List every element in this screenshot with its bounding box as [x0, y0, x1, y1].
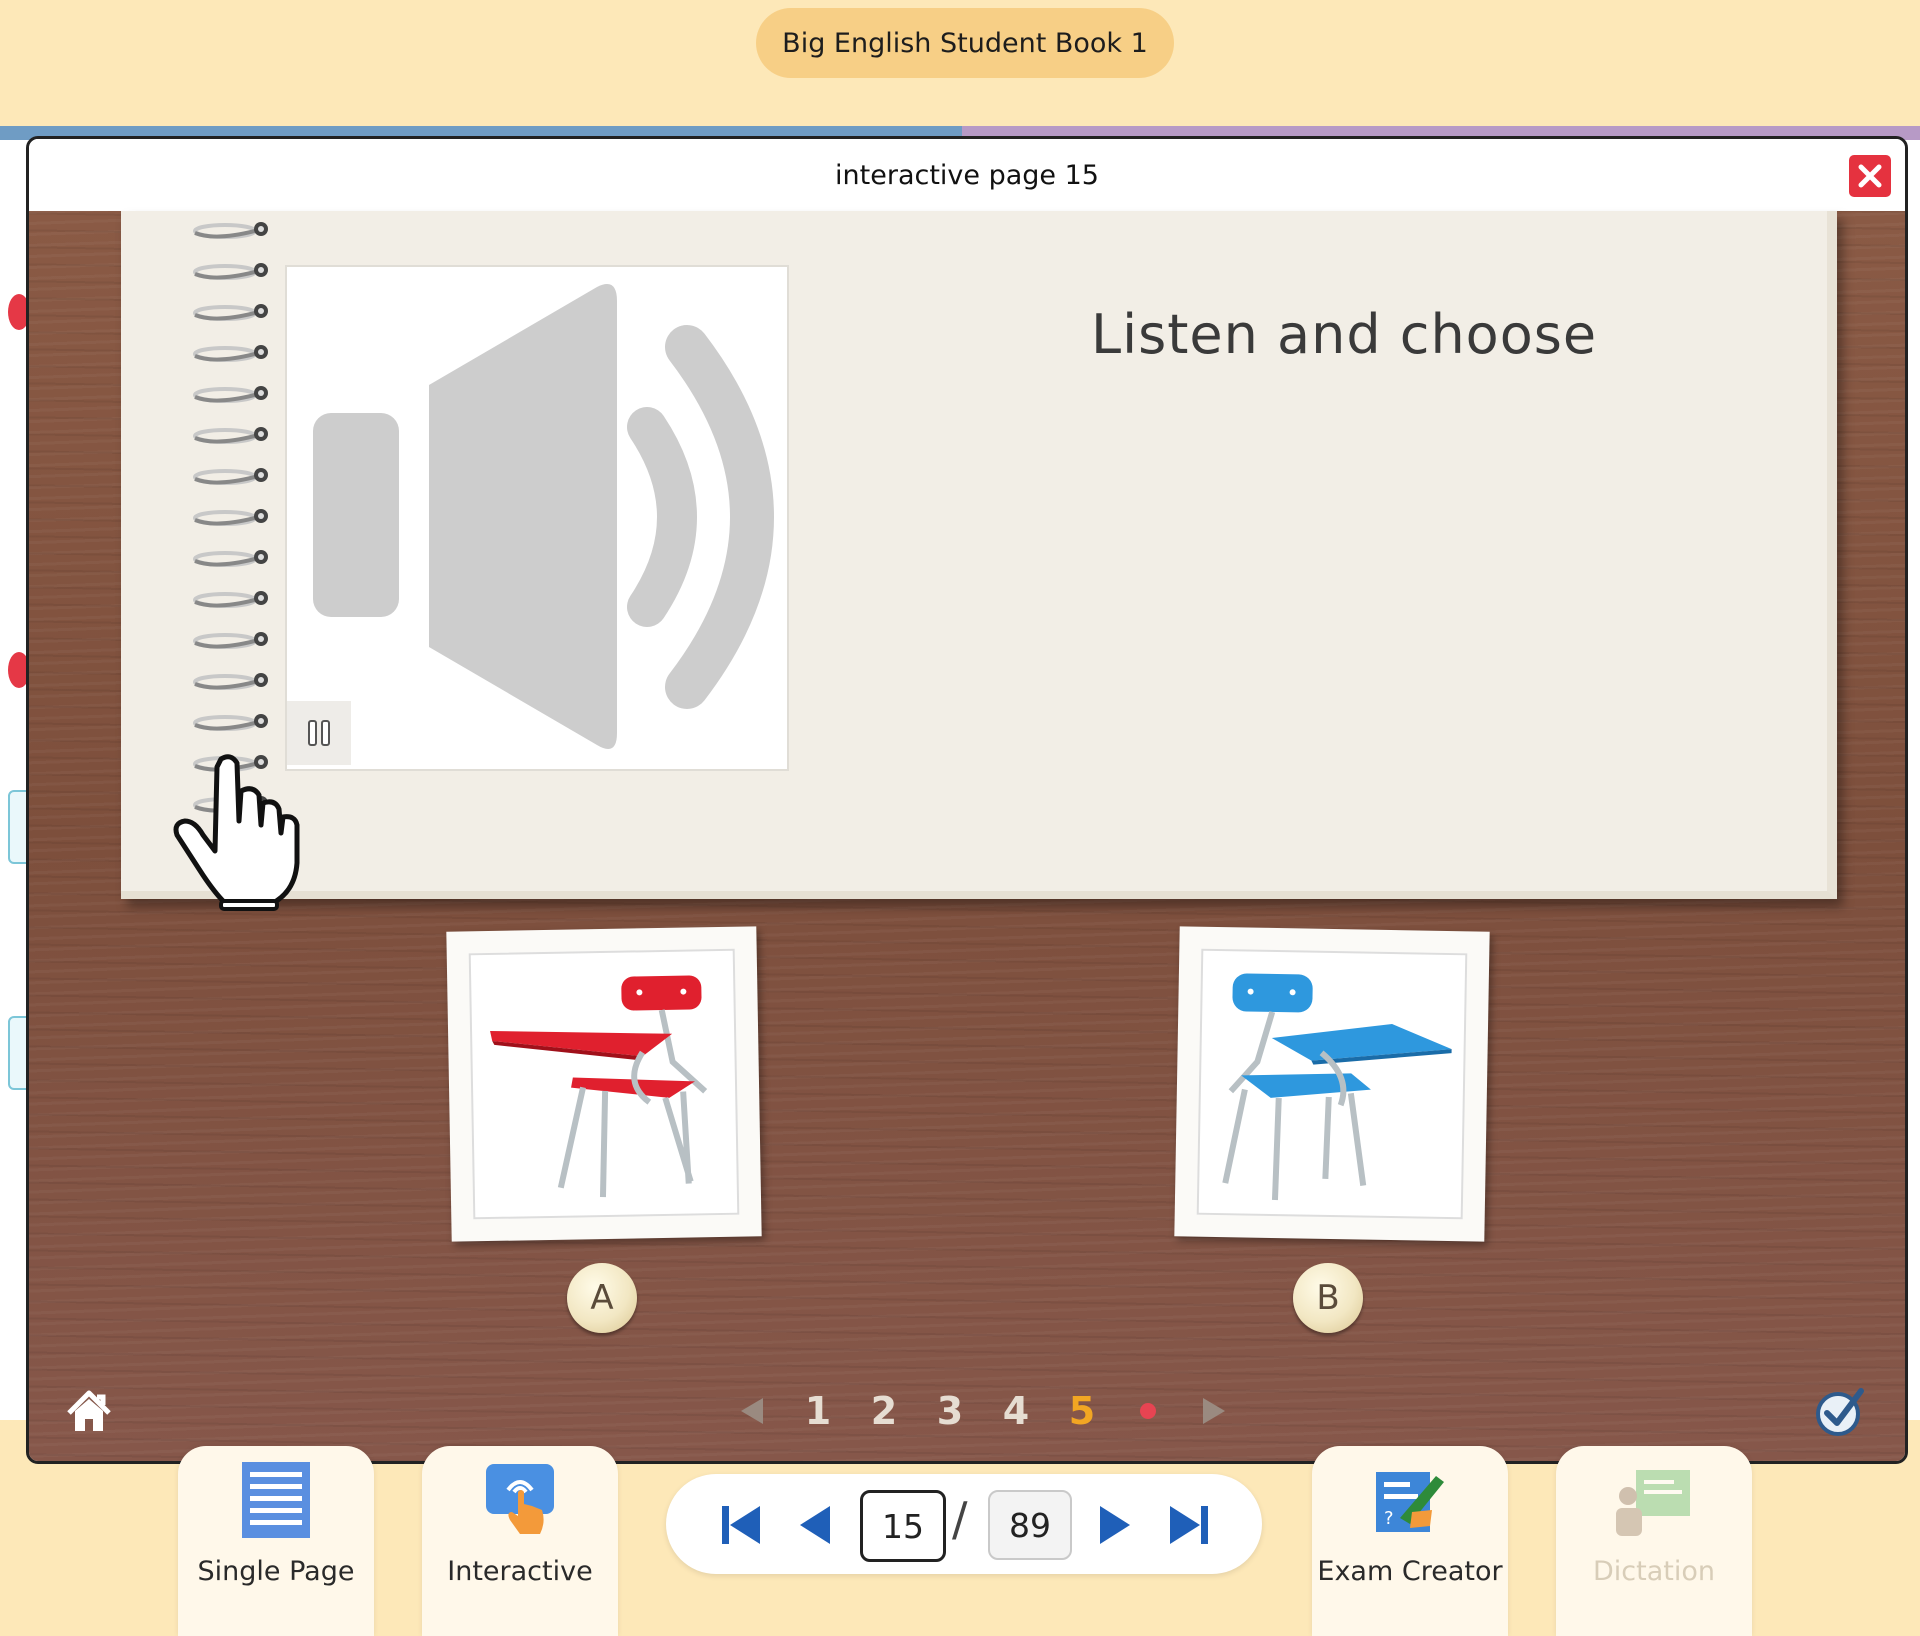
first-page-icon[interactable] — [716, 1500, 766, 1550]
touch-hand-icon — [486, 1464, 554, 1534]
pager-current-dot — [1115, 1403, 1181, 1419]
total-pages: 89 — [988, 1490, 1072, 1560]
pager-page-1[interactable]: 1 — [785, 1389, 851, 1433]
page-separator: / — [952, 1492, 968, 1546]
dictation-icon — [1616, 1470, 1690, 1536]
choice-b-button[interactable]: B — [1293, 1263, 1363, 1333]
check-answer-icon[interactable] — [1813, 1385, 1867, 1439]
choice-card-a[interactable] — [446, 926, 762, 1242]
pager-page-2[interactable]: 2 — [851, 1389, 917, 1433]
last-page-icon[interactable] — [1164, 1500, 1214, 1550]
interactive-button[interactable]: Interactive — [422, 1446, 618, 1636]
hand-cursor-icon — [173, 754, 300, 911]
previous-page-icon[interactable] — [790, 1500, 840, 1550]
close-button[interactable] — [1849, 155, 1891, 197]
exam-creator-icon: ? — [1376, 1472, 1444, 1532]
svg-text:?: ? — [1384, 1508, 1394, 1529]
exam-creator-button[interactable]: ? Exam Creator — [1312, 1446, 1508, 1636]
pager-prev-button[interactable] — [719, 1381, 785, 1441]
pager-page-4[interactable]: 4 — [983, 1389, 1049, 1433]
blue-desk-chair-image — [1222, 973, 1452, 1201]
next-page-icon[interactable] — [1090, 1500, 1140, 1550]
instruction-text: Listen and choose — [1091, 303, 1598, 366]
choice-b-label: B — [1316, 1278, 1340, 1318]
speaker-icon — [313, 284, 774, 749]
close-icon — [1858, 164, 1882, 188]
audio-player[interactable] — [285, 265, 789, 771]
home-icon[interactable] — [65, 1389, 113, 1435]
dictation-label: Dictation — [1593, 1556, 1715, 1587]
single-page-label: Single Page — [197, 1556, 355, 1587]
choice-a-label: A — [590, 1278, 614, 1318]
current-page-field[interactable]: 15 — [860, 1490, 946, 1562]
choice-card-b[interactable] — [1174, 926, 1490, 1242]
dictation-button[interactable]: Dictation — [1556, 1446, 1752, 1636]
modal-title: interactive page 15 — [835, 159, 1099, 191]
interactive-label: Interactive — [447, 1556, 593, 1587]
pager-page-5[interactable]: 5 — [1049, 1389, 1115, 1433]
single-page-button[interactable]: Single Page — [178, 1446, 374, 1636]
notebook: Listen and choose — [121, 211, 1837, 899]
exam-creator-label: Exam Creator — [1317, 1556, 1503, 1587]
single-page-icon — [242, 1462, 310, 1538]
red-desk-chair-image — [490, 975, 708, 1198]
modal-header: interactive page 15 — [29, 139, 1905, 211]
triangle-right-icon — [1203, 1398, 1225, 1424]
pager-page-3[interactable]: 3 — [917, 1389, 983, 1433]
activity-pager: 1 2 3 4 5 — [719, 1381, 1247, 1441]
pause-icon — [308, 720, 330, 746]
interactive-page-modal: interactive page 15 Listen and choose A … — [26, 136, 1908, 1464]
activity-area: Listen and choose A B 1 2 3 4 5 — [29, 211, 1905, 1461]
choice-a-button[interactable]: A — [567, 1263, 637, 1333]
page-navigation-bar: 15 / 89 — [666, 1474, 1262, 1574]
triangle-left-icon — [741, 1398, 763, 1424]
pager-next-button[interactable] — [1181, 1381, 1247, 1441]
app-title: Big English Student Book 1 — [756, 8, 1174, 78]
